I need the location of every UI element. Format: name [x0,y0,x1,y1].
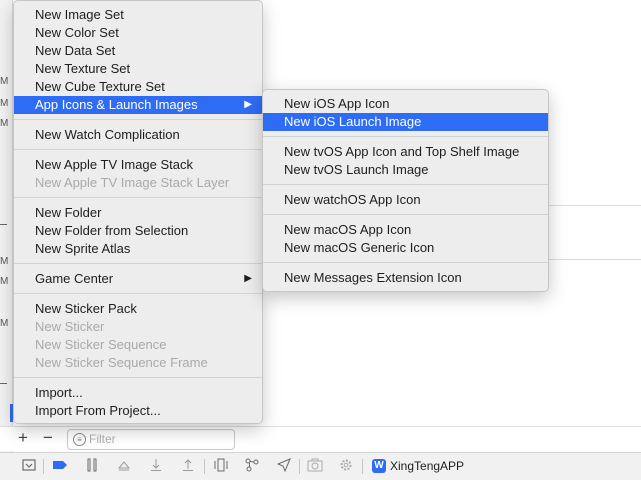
menu-item-new-apple-tv-image-stack[interactable]: New Apple TV Image Stack [14,156,262,174]
menu-separator [14,197,262,198]
menu-item-new-macos-generic-icon[interactable]: New macOS Generic Icon [263,239,548,257]
menu-item-new-sticker: New Sticker [35,319,105,334]
menu-item-new-watchos-app-icon[interactable]: New watchOS App Icon [263,191,548,209]
menu-separator [14,293,262,294]
menu-item-new-messages-extension-icon[interactable]: New Messages Extension Icon [263,269,548,287]
divider [204,459,205,474]
menu-item-new-sticker-sequence: New Sticker Sequence [35,337,167,352]
pause-icon[interactable] [84,458,100,474]
divider [0,224,7,225]
menu-separator [14,263,262,264]
menu-item-new-color-set[interactable]: New Color Set [14,24,262,42]
filter-icon: ≡ [73,433,86,446]
status-marker: M [0,318,9,329]
menu-item-import-from-project[interactable]: Import From Project... [14,402,262,420]
divider [548,259,641,260]
remove-button[interactable]: − [43,429,53,447]
app-icons-submenu: New iOS App Icon New iOS Launch Image Ne… [262,89,549,292]
submenu-arrow-icon: ▶ [244,273,252,284]
debug-toolbar: W XingTengAPP [0,452,641,480]
status-marker: M [0,276,9,287]
menu-separator [14,377,262,378]
menu-separator [263,262,548,263]
camera-icon[interactable] [307,458,323,474]
menu-separator [14,119,262,120]
menu-separator [263,214,548,215]
menu-item-new-folder-from-selection[interactable]: New Folder from Selection [14,222,262,240]
target-name[interactable]: XingTengAPP [390,459,464,473]
menu-item-new-ios-launch-image[interactable]: New iOS Launch Image [263,113,548,131]
menu-item-new-apple-tv-image-stack-layer: New Apple TV Image Stack Layer [35,175,230,190]
menu-item-new-watch-complication[interactable]: New Watch Complication [14,126,262,144]
menu-item-label: App Icons & Launch Images [35,97,198,112]
menu-item-new-ios-app-icon[interactable]: New iOS App Icon [263,95,548,113]
filter-input[interactable] [89,431,229,447]
memory-graph-icon[interactable] [244,458,260,474]
menu-item-label: Game Center [35,271,114,286]
filter-bar: + − ≡ [0,426,641,451]
divider [548,205,641,206]
gear-icon[interactable] [338,458,354,474]
menu-item-game-center[interactable]: Game Center ▶ [14,270,262,288]
menu-item-new-data-set[interactable]: New Data Set [14,42,262,60]
menu-item-app-icons-launch-images[interactable]: App Icons & Launch Images ▶ [14,96,262,114]
menu-separator [263,136,548,137]
menu-item-new-sticker-pack[interactable]: New Sticker Pack [14,300,262,318]
menu-item-new-texture-set[interactable]: New Texture Set [14,60,262,78]
hide-debug-area-icon[interactable] [21,458,37,474]
menu-item-new-tvos-app-icon[interactable]: New tvOS App Icon and Top Shelf Image [263,143,548,161]
divider [43,459,44,474]
context-menu: New Image Set New Color Set New Data Set… [13,0,263,424]
divider [299,459,300,474]
divider [362,459,363,474]
menu-item-new-macos-app-icon[interactable]: New macOS App Icon [263,221,548,239]
divider [0,383,7,384]
filter-field[interactable]: ≡ [67,429,235,450]
menu-separator [14,149,262,150]
status-marker: M [0,76,9,87]
menu-item-new-sprite-atlas[interactable]: New Sprite Atlas [14,240,262,258]
submenu-arrow-icon: ▶ [244,99,252,110]
status-marker: M [0,98,9,109]
menu-item-new-image-set[interactable]: New Image Set [14,6,262,24]
menu-item-new-tvos-launch-image[interactable]: New tvOS Launch Image [263,161,548,179]
menu-separator [263,184,548,185]
menu-item-new-cube-texture-set[interactable]: New Cube Texture Set [14,78,262,96]
view-hierarchy-icon[interactable] [213,458,229,474]
menu-item-import[interactable]: Import... [14,384,262,402]
breakpoint-icon[interactable] [52,458,68,474]
step-out-icon[interactable] [180,458,196,474]
step-into-icon[interactable] [148,458,164,474]
add-button[interactable]: + [18,429,28,447]
status-marker: M [0,118,9,129]
location-icon[interactable] [276,458,292,474]
step-over-icon[interactable] [116,458,132,474]
menu-item-new-sticker-sequence-frame: New Sticker Sequence Frame [35,355,208,370]
status-marker: M [0,256,9,267]
menu-item-new-folder[interactable]: New Folder [14,204,262,222]
app-icon: W [372,459,386,473]
